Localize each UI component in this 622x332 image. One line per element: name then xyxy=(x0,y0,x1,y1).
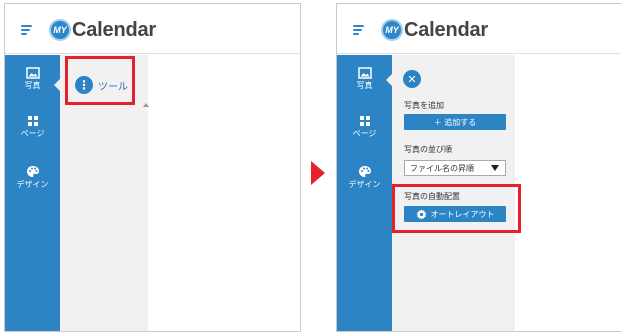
close-icon[interactable]: ✕ xyxy=(403,70,421,88)
scroll-up-icon[interactable] xyxy=(143,103,149,107)
app-header: MY Calendar xyxy=(337,4,621,54)
rail-item-design[interactable]: デザイン xyxy=(337,165,392,205)
photo-icon xyxy=(25,67,40,79)
hamburger-menu-icon[interactable] xyxy=(21,25,32,35)
highlight-box xyxy=(65,56,135,105)
grid-icon xyxy=(27,116,38,126)
grid-icon xyxy=(359,116,370,126)
highlight-box xyxy=(392,184,521,233)
hamburger-menu-icon[interactable] xyxy=(353,25,364,35)
dropdown-arrow-icon xyxy=(491,165,499,171)
screenshot-after: MY Calendar 写真 ページ デザイン ✕ 写真を追加 ＋ 追加する 写… xyxy=(336,3,621,332)
rail-item-page[interactable]: ページ xyxy=(337,115,392,155)
app-logo: MY Calendar xyxy=(49,18,156,42)
logo-badge: MY xyxy=(381,19,403,41)
logo-text: Calendar xyxy=(404,18,488,41)
palette-icon xyxy=(26,166,39,177)
screenshot-before: MY Calendar 写真 ページ デザイン ⋮ ツール xyxy=(4,3,301,332)
rail-label-photo: 写真 xyxy=(356,81,373,90)
add-photo-button[interactable]: ＋ 追加する xyxy=(404,114,506,130)
photo-icon xyxy=(357,67,372,79)
logo-badge: MY xyxy=(49,19,71,41)
rail-item-photo[interactable]: 写真 xyxy=(337,67,392,107)
app-logo: MY Calendar xyxy=(381,18,488,42)
sort-order-title: 写真の並び順 xyxy=(404,145,452,154)
sort-order-value: ファイル名の昇順 xyxy=(410,163,474,173)
sort-order-select[interactable]: ファイル名の昇順 xyxy=(404,160,506,176)
rail-label-design: デザイン xyxy=(16,180,49,189)
rail-label-photo: 写真 xyxy=(24,81,41,90)
next-step-arrow-icon xyxy=(311,161,325,185)
logo-text: Calendar xyxy=(72,18,156,41)
palette-icon xyxy=(358,166,371,177)
side-rail: 写真 ページ デザイン xyxy=(5,55,60,331)
rail-label-page: ページ xyxy=(352,129,377,138)
add-photo-title: 写真を追加 xyxy=(404,101,444,110)
rail-label-design: デザイン xyxy=(348,180,381,189)
rail-item-photo[interactable]: 写真 xyxy=(5,67,60,107)
side-rail: 写真 ページ デザイン xyxy=(337,55,392,331)
rail-item-page[interactable]: ページ xyxy=(5,115,60,155)
app-header: MY Calendar xyxy=(5,4,300,54)
rail-label-page: ページ xyxy=(20,129,45,138)
rail-item-design[interactable]: デザイン xyxy=(5,165,60,205)
